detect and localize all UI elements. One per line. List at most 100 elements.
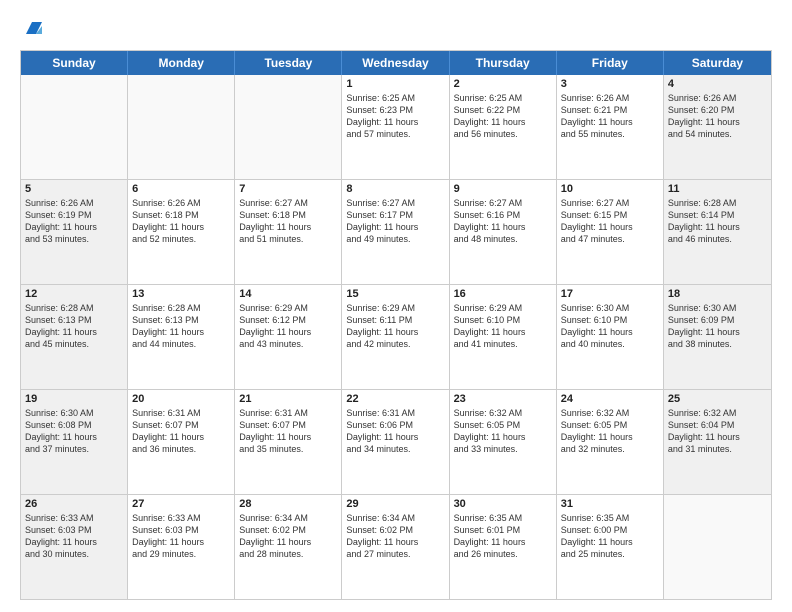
day-header-tuesday: Tuesday [235, 51, 342, 75]
day-number: 31 [561, 498, 659, 510]
day-info: Sunrise: 6:28 AM Sunset: 6:13 PM Dayligh… [132, 302, 230, 351]
calendar-day-14: 14 Sunrise: 6:29 AM Sunset: 6:12 PM Dayli… [235, 285, 342, 389]
calendar-empty-cell [128, 75, 235, 179]
day-header-sunday: Sunday [21, 51, 128, 75]
calendar-day-30: 30Sunrise: 6:35 AM Sunset: 6:01 PM Dayli… [450, 495, 557, 599]
calendar-day-22: 22 Sunrise: 6:31 AM Sunset: 6:06 PM Dayli… [342, 390, 449, 494]
day-info: Sunrise: 6:29 AM Sunset: 6:12 PM Dayligh… [239, 302, 337, 351]
calendar: SundayMondayTuesdayWednesdayThursdayFrid… [20, 50, 772, 600]
calendar-day-17: 17 Sunrise: 6:30 AM Sunset: 6:10 PM Dayli… [557, 285, 664, 389]
day-info: Sunrise: 6:29 AM Sunset: 6:10 PM Dayligh… [454, 302, 552, 351]
calendar-week-2: 5 Sunrise: 6:26 AM Sunset: 6:19 PM Daylig… [21, 180, 771, 285]
calendar-header: SundayMondayTuesdayWednesdayThursdayFrid… [21, 51, 771, 75]
day-info: Sunrise: 6:30 AM Sunset: 6:08 PM Dayligh… [25, 407, 123, 456]
day-info: Sunrise: 6:30 AM Sunset: 6:09 PM Dayligh… [668, 302, 767, 351]
day-number: 3 [561, 78, 659, 90]
day-number: 14 [239, 288, 337, 300]
calendar-day-27: 27Sunrise: 6:33 AM Sunset: 6:03 PM Dayli… [128, 495, 235, 599]
calendar-day-19: 19 Sunrise: 6:30 AM Sunset: 6:08 PM Dayli… [21, 390, 128, 494]
day-number: 5 [25, 183, 123, 195]
day-info: Sunrise: 6:35 AM Sunset: 6:01 PM Dayligh… [454, 512, 552, 561]
day-header-thursday: Thursday [450, 51, 557, 75]
day-info: Sunrise: 6:28 AM Sunset: 6:13 PM Dayligh… [25, 302, 123, 351]
calendar-day-21: 21 Sunrise: 6:31 AM Sunset: 6:07 PM Dayli… [235, 390, 342, 494]
day-info: Sunrise: 6:26 AM Sunset: 6:18 PM Dayligh… [132, 197, 230, 246]
day-number: 18 [668, 288, 767, 300]
day-info: Sunrise: 6:34 AM Sunset: 6:02 PM Dayligh… [346, 512, 444, 561]
day-header-wednesday: Wednesday [342, 51, 449, 75]
calendar-day-29: 29 Sunrise: 6:34 AM Sunset: 6:02 PM Dayli… [342, 495, 449, 599]
calendar-day-11: 11Sunrise: 6:28 AM Sunset: 6:14 PM Dayli… [664, 180, 771, 284]
day-number: 26 [25, 498, 123, 510]
calendar-empty-cell [235, 75, 342, 179]
day-number: 29 [346, 498, 444, 510]
calendar-day-24: 24 Sunrise: 6:32 AM Sunset: 6:05 PM Dayli… [557, 390, 664, 494]
calendar-body: 1 Sunrise: 6:25 AM Sunset: 6:23 PM Daylig… [21, 75, 771, 599]
calendar-day-28: 28 Sunrise: 6:34 AM Sunset: 6:02 PM Dayli… [235, 495, 342, 599]
calendar-day-12: 12Sunrise: 6:28 AM Sunset: 6:13 PM Dayli… [21, 285, 128, 389]
day-info: Sunrise: 6:31 AM Sunset: 6:07 PM Dayligh… [132, 407, 230, 456]
day-info: Sunrise: 6:31 AM Sunset: 6:06 PM Dayligh… [346, 407, 444, 456]
day-info: Sunrise: 6:26 AM Sunset: 6:21 PM Dayligh… [561, 92, 659, 141]
calendar-day-20: 20Sunrise: 6:31 AM Sunset: 6:07 PM Dayli… [128, 390, 235, 494]
calendar-day-5: 5 Sunrise: 6:26 AM Sunset: 6:19 PM Daylig… [21, 180, 128, 284]
day-header-monday: Monday [128, 51, 235, 75]
day-info: Sunrise: 6:29 AM Sunset: 6:11 PM Dayligh… [346, 302, 444, 351]
day-info: Sunrise: 6:28 AM Sunset: 6:14 PM Dayligh… [668, 197, 767, 246]
day-header-friday: Friday [557, 51, 664, 75]
calendar-week-5: 26 Sunrise: 6:33 AM Sunset: 6:03 PM Dayli… [21, 495, 771, 599]
calendar-day-9: 9 Sunrise: 6:27 AM Sunset: 6:16 PM Daylig… [450, 180, 557, 284]
day-info: Sunrise: 6:30 AM Sunset: 6:10 PM Dayligh… [561, 302, 659, 351]
day-number: 25 [668, 393, 767, 405]
day-info: Sunrise: 6:34 AM Sunset: 6:02 PM Dayligh… [239, 512, 337, 561]
calendar-day-10: 10 Sunrise: 6:27 AM Sunset: 6:15 PM Dayli… [557, 180, 664, 284]
day-number: 9 [454, 183, 552, 195]
day-info: Sunrise: 6:32 AM Sunset: 6:04 PM Dayligh… [668, 407, 767, 456]
calendar-day-6: 6 Sunrise: 6:26 AM Sunset: 6:18 PM Daylig… [128, 180, 235, 284]
day-info: Sunrise: 6:27 AM Sunset: 6:16 PM Dayligh… [454, 197, 552, 246]
day-number: 28 [239, 498, 337, 510]
calendar-day-23: 23Sunrise: 6:32 AM Sunset: 6:05 PM Dayli… [450, 390, 557, 494]
day-info: Sunrise: 6:32 AM Sunset: 6:05 PM Dayligh… [454, 407, 552, 456]
day-info: Sunrise: 6:25 AM Sunset: 6:23 PM Dayligh… [346, 92, 444, 141]
day-info: Sunrise: 6:25 AM Sunset: 6:22 PM Dayligh… [454, 92, 552, 141]
calendar-week-3: 12Sunrise: 6:28 AM Sunset: 6:13 PM Dayli… [21, 285, 771, 390]
day-number: 4 [668, 78, 767, 90]
calendar-day-1: 1 Sunrise: 6:25 AM Sunset: 6:23 PM Daylig… [342, 75, 449, 179]
day-header-saturday: Saturday [664, 51, 771, 75]
calendar-day-25: 25 Sunrise: 6:32 AM Sunset: 6:04 PM Dayli… [664, 390, 771, 494]
day-info: Sunrise: 6:26 AM Sunset: 6:20 PM Dayligh… [668, 92, 767, 141]
calendar-day-15: 15Sunrise: 6:29 AM Sunset: 6:11 PM Dayli… [342, 285, 449, 389]
day-number: 10 [561, 183, 659, 195]
day-info: Sunrise: 6:33 AM Sunset: 6:03 PM Dayligh… [132, 512, 230, 561]
calendar-day-4: 4 Sunrise: 6:26 AM Sunset: 6:20 PM Daylig… [664, 75, 771, 179]
calendar-empty-cell [21, 75, 128, 179]
calendar-day-26: 26Sunrise: 6:33 AM Sunset: 6:03 PM Dayli… [21, 495, 128, 599]
day-info: Sunrise: 6:27 AM Sunset: 6:15 PM Dayligh… [561, 197, 659, 246]
calendar-day-31: 31 Sunrise: 6:35 AM Sunset: 6:00 PM Dayli… [557, 495, 664, 599]
day-number: 21 [239, 393, 337, 405]
day-number: 7 [239, 183, 337, 195]
calendar-week-1: 1 Sunrise: 6:25 AM Sunset: 6:23 PM Daylig… [21, 75, 771, 180]
day-info: Sunrise: 6:26 AM Sunset: 6:19 PM Dayligh… [25, 197, 123, 246]
calendar-day-8: 8Sunrise: 6:27 AM Sunset: 6:17 PM Daylig… [342, 180, 449, 284]
day-number: 8 [346, 183, 444, 195]
header [20, 16, 772, 40]
calendar-day-16: 16Sunrise: 6:29 AM Sunset: 6:10 PM Dayli… [450, 285, 557, 389]
day-number: 2 [454, 78, 552, 90]
day-number: 1 [346, 78, 444, 90]
calendar-empty-cell [664, 495, 771, 599]
day-info: Sunrise: 6:31 AM Sunset: 6:07 PM Dayligh… [239, 407, 337, 456]
day-number: 17 [561, 288, 659, 300]
logo-icon [22, 16, 46, 40]
day-number: 24 [561, 393, 659, 405]
day-info: Sunrise: 6:35 AM Sunset: 6:00 PM Dayligh… [561, 512, 659, 561]
calendar-day-18: 18 Sunrise: 6:30 AM Sunset: 6:09 PM Dayli… [664, 285, 771, 389]
day-number: 22 [346, 393, 444, 405]
day-info: Sunrise: 6:32 AM Sunset: 6:05 PM Dayligh… [561, 407, 659, 456]
calendar-day-13: 13Sunrise: 6:28 AM Sunset: 6:13 PM Dayli… [128, 285, 235, 389]
calendar-week-4: 19 Sunrise: 6:30 AM Sunset: 6:08 PM Dayli… [21, 390, 771, 495]
day-number: 19 [25, 393, 123, 405]
day-number: 6 [132, 183, 230, 195]
logo [20, 16, 46, 40]
